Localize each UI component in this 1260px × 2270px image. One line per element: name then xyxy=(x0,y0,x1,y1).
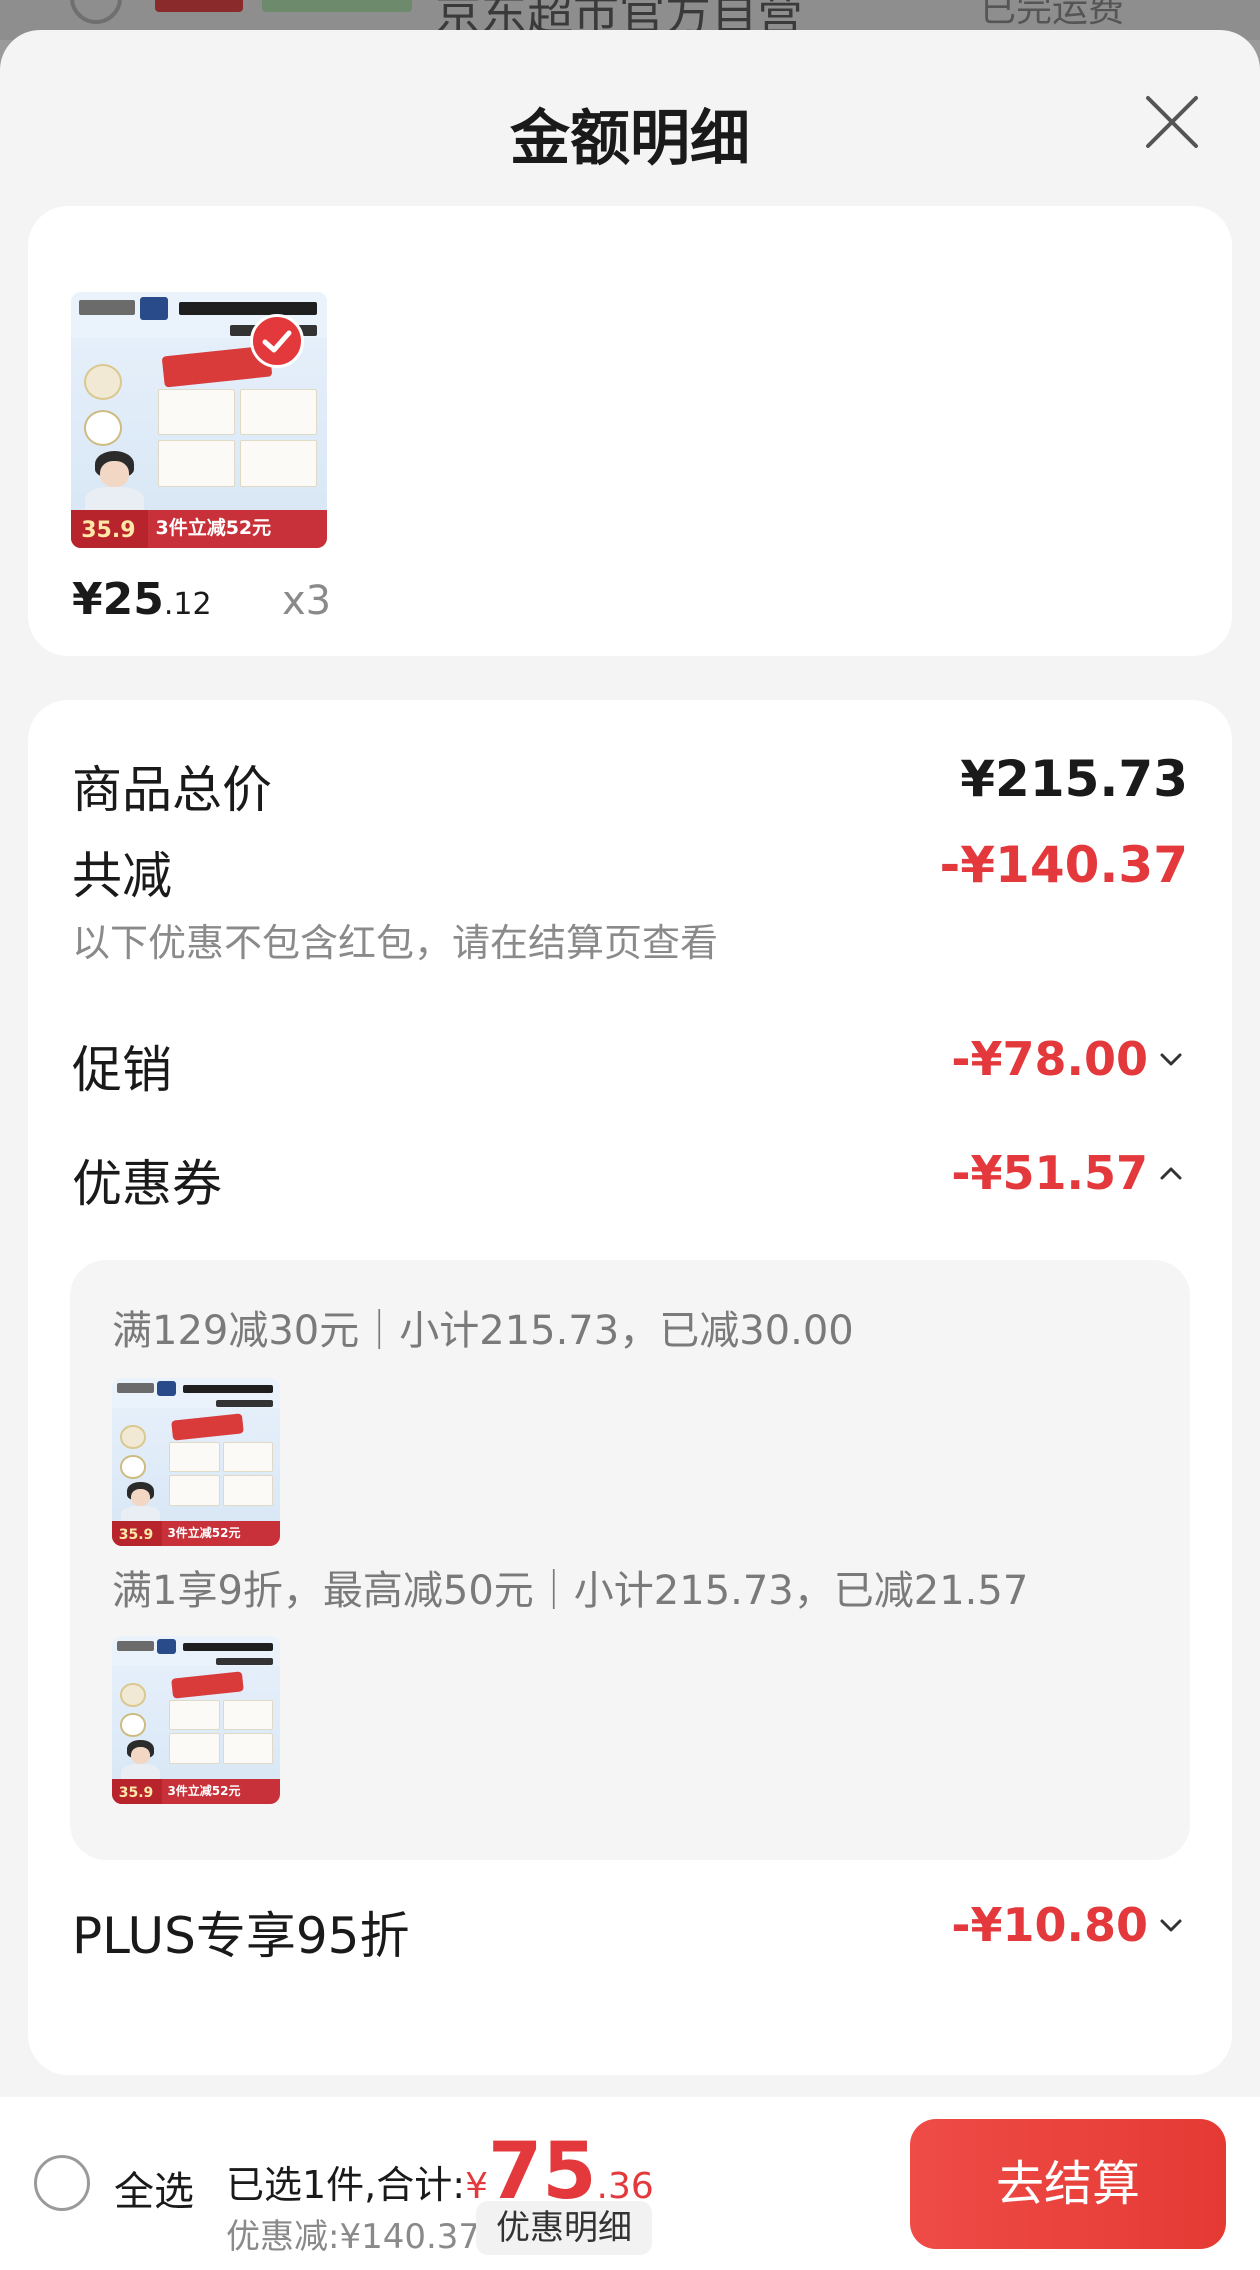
coupon-detail-panel: 满129减30元｜小计215.73，已减30.00 35.9 3件立减52元 满… xyxy=(70,1260,1190,1860)
total-value: ¥215.73 xyxy=(960,750,1188,808)
selected-text: 已选1件,合计: xyxy=(226,2163,466,2207)
plus-toggle[interactable]: -¥10.80 xyxy=(951,1898,1188,1952)
chevron-down-icon xyxy=(1154,1908,1188,1942)
coupon-toggle[interactable]: -¥51.57 xyxy=(951,1146,1188,1200)
saved-amount: 优惠减:¥140.37 xyxy=(226,2217,481,2257)
image-promo-text: 3件立减52元 xyxy=(167,1783,241,1798)
image-promo-text: 3件立减52元 xyxy=(167,1525,241,1540)
coupon-value: -¥51.57 xyxy=(951,1146,1148,1200)
image-price: 35.9 xyxy=(81,517,136,543)
close-icon xyxy=(1146,96,1198,148)
promo-label: 促销 xyxy=(72,1041,172,1099)
product-price: ¥25.12 xyxy=(72,574,212,625)
product-quantity: x3 xyxy=(282,578,332,624)
detail-card: 商品总价 ¥215.73 共减 -¥140.37 以下优惠不包含红包，请在结算页… xyxy=(28,700,1232,2075)
checkout-button[interactable]: 去结算 xyxy=(910,2119,1226,2249)
coupon-line: 满129减30元｜小计215.73，已减30.00 xyxy=(112,1308,854,1354)
image-promo-text: 3件立减52元 xyxy=(155,517,272,540)
product-price-dec: .12 xyxy=(163,587,212,622)
checkout-bar: 全选 已选1件,合计:¥75.36 优惠减:¥140.37 优惠明细 去结算 xyxy=(0,2097,1260,2270)
promo-value: -¥78.00 xyxy=(951,1032,1148,1086)
image-price: 35.9 xyxy=(118,1784,154,1801)
background-tag xyxy=(155,0,243,12)
plus-label: PLUS专享95折 xyxy=(72,1907,410,1965)
chevron-down-icon xyxy=(1154,1042,1188,1076)
coupon-product-image: 35.9 3件立减52元 xyxy=(112,1636,280,1804)
close-button[interactable] xyxy=(1140,90,1204,154)
coupon-label: 优惠券 xyxy=(72,1155,222,1213)
coupon-product-image: 35.9 3件立减52元 xyxy=(112,1378,280,1546)
reduce-note: 以下优惠不包含红包，请在结算页查看 xyxy=(72,921,719,965)
amount-detail-sheet: 金额明细 35.9 3件立减52元 ¥25.12 x3 商品总价 ¥215.73… xyxy=(0,30,1260,2270)
background-right-text: 已完运费 xyxy=(980,0,1125,30)
product-price-int: ¥25 xyxy=(72,574,164,625)
promo-toggle[interactable]: -¥78.00 xyxy=(951,1032,1188,1086)
sheet-title: 金额明细 xyxy=(510,104,750,174)
plus-value: -¥10.80 xyxy=(951,1898,1148,1952)
background-tag xyxy=(262,0,412,12)
total-label: 商品总价 xyxy=(72,761,272,819)
chevron-up-icon xyxy=(1154,1156,1188,1190)
background-radio xyxy=(70,0,122,24)
discount-detail-button[interactable]: 优惠明细 xyxy=(476,2201,652,2255)
reduce-label: 共减 xyxy=(72,847,172,905)
reduce-value: -¥140.37 xyxy=(939,836,1189,894)
select-all-label[interactable]: 全选 xyxy=(114,2159,194,2217)
image-price: 35.9 xyxy=(118,1526,154,1543)
select-all-radio[interactable] xyxy=(34,2155,90,2211)
product-card: 35.9 3件立减52元 ¥25.12 x3 xyxy=(28,206,1232,656)
coupon-line: 满1享9折，最高减50元｜小计215.73，已减21.57 xyxy=(112,1568,1029,1614)
selected-check-icon[interactable] xyxy=(250,314,304,368)
